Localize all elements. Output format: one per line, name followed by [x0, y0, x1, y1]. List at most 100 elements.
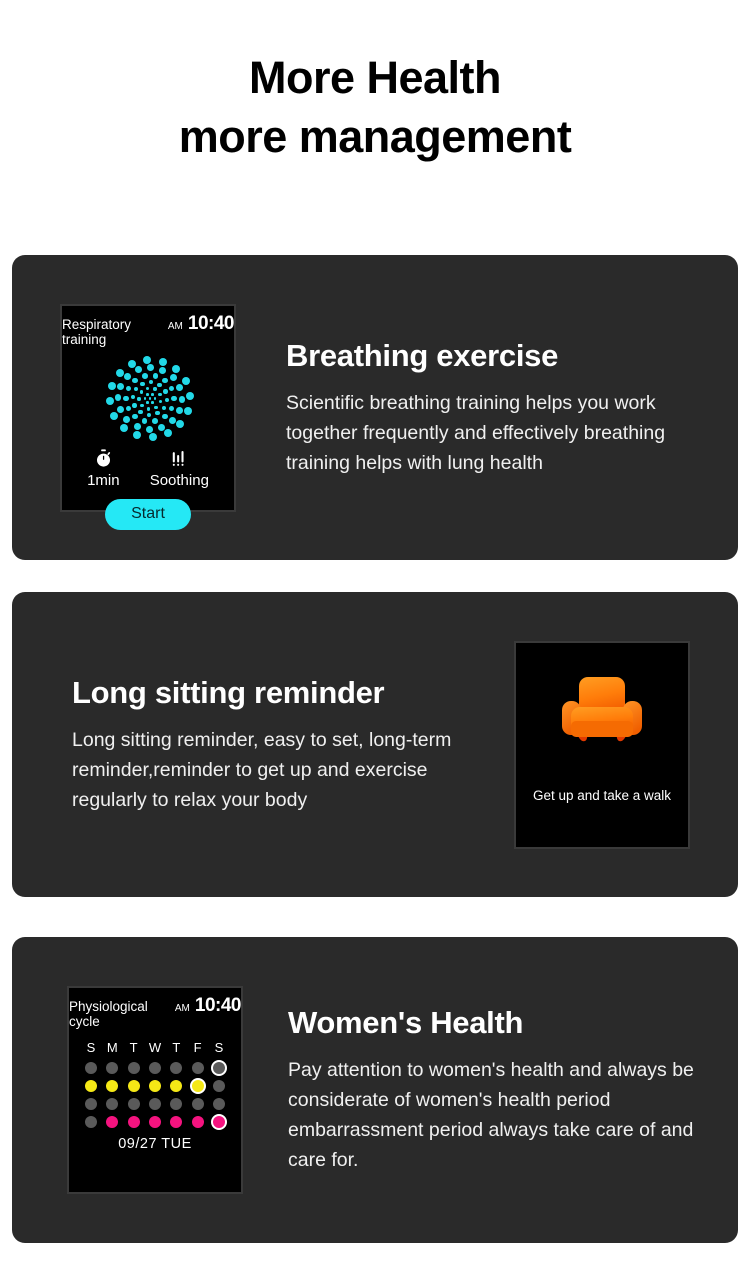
breathing-duration[interactable]: 1min — [87, 448, 120, 489]
calendar-day-dot-1-5[interactable] — [191, 1080, 204, 1092]
calendar-day-dot-3-2[interactable] — [127, 1116, 140, 1128]
breathing-dot — [171, 395, 177, 402]
breathing-dot — [133, 423, 141, 430]
calendar-day-dot-3-6[interactable] — [212, 1116, 225, 1128]
calendar-weekday-1: M — [106, 1040, 118, 1055]
calendar-dot-row — [82, 1080, 228, 1092]
breathing-dot — [133, 430, 142, 439]
breathing-dot — [168, 417, 176, 425]
sitting-copy: Long sitting reminder Long sitting remin… — [72, 675, 514, 815]
calendar-day-dot-3-3[interactable] — [148, 1116, 161, 1128]
watch-time: 10:40 — [187, 312, 235, 334]
breathing-settings-row: 1min Soothing — [62, 447, 234, 488]
breathing-dot — [137, 397, 141, 401]
women-watch-media: Physiological cycle AM 10:40 SMTWTFS 09/… — [67, 986, 243, 1194]
breathing-dot — [152, 373, 159, 379]
breathing-dot — [161, 405, 167, 410]
breathing-dot — [133, 387, 139, 392]
calendar-day-dot-0-6[interactable] — [212, 1062, 225, 1074]
breathing-dot — [106, 397, 115, 406]
breathing-dot — [115, 369, 124, 378]
breathing-dot — [116, 406, 124, 414]
breathing-dot — [163, 428, 172, 437]
watch-time-women: 10:40 — [194, 995, 242, 1016]
calendar-day-dot-3-1[interactable] — [106, 1116, 119, 1128]
calendar-day-dot-0-2[interactable] — [127, 1062, 140, 1074]
breathing-dot — [154, 405, 158, 410]
breathing-dot — [130, 395, 136, 400]
calendar-day-dot-2-0[interactable] — [85, 1098, 97, 1110]
breathing-dot — [149, 380, 154, 385]
breathing-mode[interactable]: Soothing — [150, 449, 209, 488]
breathing-dot — [123, 416, 131, 424]
calendar-day-dot-2-6[interactable] — [212, 1098, 225, 1110]
stopwatch-icon — [87, 448, 120, 469]
breathing-dot — [146, 401, 149, 404]
equalizer-bars-icon — [150, 449, 209, 469]
calendar-date-label: 09/27 TUE — [118, 1136, 192, 1152]
calendar-day-dot-1-6[interactable] — [212, 1080, 225, 1092]
calendar-day-dot-3-4[interactable] — [170, 1116, 183, 1128]
card-description-women: Pay attention to women's health and alwa… — [288, 1059, 694, 1171]
watch-screen-women: Physiological cycle AM 10:40 SMTWTFS 09/… — [67, 986, 243, 1194]
breathing-dot — [148, 397, 152, 400]
calendar-day-dot-2-3[interactable] — [148, 1098, 161, 1110]
calendar-day-dot-1-0[interactable] — [85, 1080, 97, 1092]
breathing-dot — [155, 411, 160, 416]
watch-status-bar: Respiratory training AM 10:40 — [62, 306, 235, 347]
breathing-dot — [139, 390, 143, 394]
breathing-dot — [125, 385, 132, 392]
breathing-dot-animation — [62, 351, 238, 447]
sitting-panel-media: Get up and take a walk — [514, 640, 690, 849]
breathing-dot — [183, 406, 192, 415]
calendar-day-dot-3-5[interactable] — [191, 1116, 204, 1128]
breathing-dot — [151, 401, 154, 404]
calendar-day-dot-0-0[interactable] — [85, 1062, 97, 1074]
breathing-dot — [143, 356, 152, 365]
calendar-weekday-0: S — [86, 1040, 96, 1055]
calendar-day-dot-1-1[interactable] — [106, 1080, 119, 1092]
card-title-sitting: Long sitting reminder — [72, 674, 385, 710]
armchair-sofa-icon — [559, 675, 645, 756]
calendar-day-dot-2-5[interactable] — [191, 1098, 204, 1110]
calendar-dot-row — [82, 1062, 228, 1074]
watch-screen-title: Respiratory training — [62, 316, 132, 347]
breathing-dot — [163, 389, 168, 394]
calendar-day-dot-0-3[interactable] — [148, 1062, 161, 1074]
calendar-day-dot-0-1[interactable] — [106, 1062, 119, 1074]
breathing-dot — [110, 411, 119, 420]
watch-screen-breathing: Respiratory training AM 10:40 1min Sooth… — [60, 303, 238, 530]
breathing-dot — [158, 399, 163, 404]
cycle-calendar-grid: SMTWTFS — [69, 1029, 241, 1128]
calendar-day-dot-3-0[interactable] — [85, 1116, 97, 1128]
breathing-dot — [181, 377, 190, 386]
calendar-day-dot-0-5[interactable] — [191, 1062, 204, 1074]
breathing-dot — [162, 413, 168, 420]
calendar-day-dot-2-1[interactable] — [106, 1098, 119, 1110]
calendar-day-dot-0-4[interactable] — [170, 1062, 183, 1074]
calendar-day-dot-2-4[interactable] — [170, 1098, 183, 1110]
breathing-dot — [147, 364, 155, 372]
breathing-dot — [108, 382, 117, 391]
breathing-dot — [146, 412, 151, 417]
breathing-dot — [123, 395, 129, 402]
card-title-women: Women's Health — [288, 1005, 524, 1040]
feature-card-women: Physiological cycle AM 10:40 SMTWTFS 09/… — [12, 937, 738, 1243]
watch-status-bar-women: Physiological cycle AM 10:40 — [69, 988, 242, 1029]
breathing-dot — [146, 393, 149, 396]
calendar-day-dot-1-4[interactable] — [170, 1080, 183, 1092]
breathing-duration-label: 1min — [87, 471, 120, 489]
calendar-day-dot-2-2[interactable] — [127, 1098, 140, 1110]
breathing-dot — [114, 394, 122, 402]
start-button[interactable]: Start — [105, 498, 191, 530]
calendar-dot-row — [82, 1098, 228, 1110]
breathing-dot — [168, 405, 175, 412]
breathing-dot — [148, 432, 157, 441]
breathing-dot — [185, 391, 194, 400]
calendar-day-dot-1-2[interactable] — [127, 1080, 140, 1092]
calendar-weekday-2: T — [129, 1040, 138, 1055]
breathing-dot — [119, 423, 128, 432]
calendar-day-dot-1-3[interactable] — [148, 1080, 161, 1092]
breathing-watch-media: Respiratory training AM 10:40 1min Sooth… — [60, 303, 238, 530]
breathing-dot — [138, 409, 143, 415]
